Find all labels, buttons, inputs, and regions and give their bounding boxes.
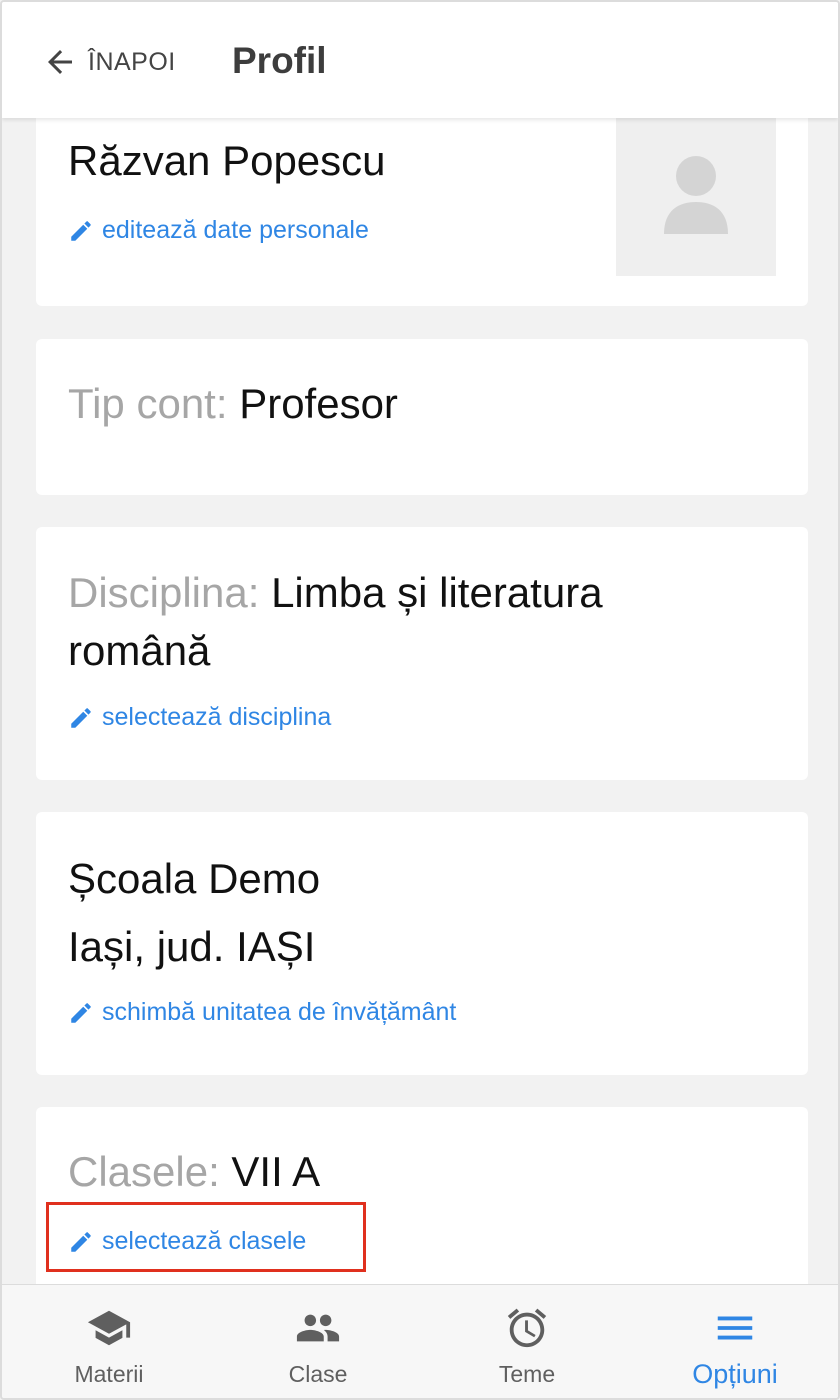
select-discipline-label: selectează disciplina xyxy=(102,703,332,731)
tab-optiuni[interactable]: Opțiuni xyxy=(630,1285,838,1398)
tab-label: Teme xyxy=(498,1361,556,1387)
app-screen: ÎNAPOI Profil Răzvan Popescu editează da… xyxy=(0,0,840,1400)
school-card: Școala Demo Iași, jud. IAȘI schimbă unit… xyxy=(36,812,808,1075)
change-school-link[interactable]: schimbă unitatea de învățământ xyxy=(68,998,456,1027)
account-type-value: Profesor xyxy=(239,380,398,427)
discipline-value-cont: română xyxy=(68,627,211,674)
pencil-icon xyxy=(71,707,91,728)
edit-personal-label: editează date personale xyxy=(102,216,369,244)
select-discipline-link[interactable]: selectează disciplina xyxy=(68,703,331,732)
account-type-card: Tip cont: Profesor xyxy=(36,339,808,495)
tab-label: Clase xyxy=(288,1361,348,1387)
edit-personal-data-link[interactable]: editează date personale xyxy=(68,216,369,245)
tab-teme[interactable]: Teme xyxy=(422,1285,632,1398)
classes-value: VII A xyxy=(231,1148,321,1195)
account-type-line: Tip cont: Profesor xyxy=(68,375,398,433)
account-type-label: Tip cont: xyxy=(68,380,228,427)
classes-line: Clasele: VII A xyxy=(68,1143,320,1201)
classes-label: Clasele: xyxy=(68,1148,220,1195)
discipline-value: Limba și literatura xyxy=(271,569,603,616)
back-button[interactable]: ÎNAPOI xyxy=(42,40,176,84)
school-name: Școala Demo xyxy=(68,855,321,902)
pencil-icon xyxy=(71,220,91,241)
tab-materii[interactable]: Materii xyxy=(4,1285,214,1398)
arrow-left-icon xyxy=(48,50,72,74)
top-bar: ÎNAPOI Profil xyxy=(2,2,838,118)
highlight-box xyxy=(46,1202,366,1272)
user-silhouette-icon xyxy=(664,156,728,234)
change-school-label: schimbă unitatea de învățământ xyxy=(102,998,457,1026)
discipline-label: Disciplina: xyxy=(68,569,260,616)
discipline-card: Disciplina: Limba și literatura română s… xyxy=(36,527,808,780)
people-icon xyxy=(296,1314,340,1342)
discipline-line: Disciplina: Limba și literatura română xyxy=(68,564,768,680)
graduation-cap-icon xyxy=(87,1310,131,1346)
school-location: Iași, jud. IAȘI xyxy=(68,923,316,970)
tab-label: Opțiuni xyxy=(692,1359,778,1389)
profile-card: Răzvan Popescu editează date personale xyxy=(36,88,808,306)
avatar[interactable] xyxy=(616,118,776,276)
alarm-clock-icon xyxy=(507,1308,547,1348)
pencil-icon xyxy=(71,1002,91,1023)
bottom-tab-bar: Materii Clase Teme Opțiuni xyxy=(2,1284,838,1398)
tab-label: Materii xyxy=(74,1361,144,1387)
back-label: ÎNAPOI xyxy=(88,47,176,76)
page-title: Profil xyxy=(232,40,327,81)
menu-icon xyxy=(717,1316,753,1340)
profile-name: Răzvan Popescu xyxy=(68,137,386,184)
tab-clase[interactable]: Clase xyxy=(213,1285,423,1398)
